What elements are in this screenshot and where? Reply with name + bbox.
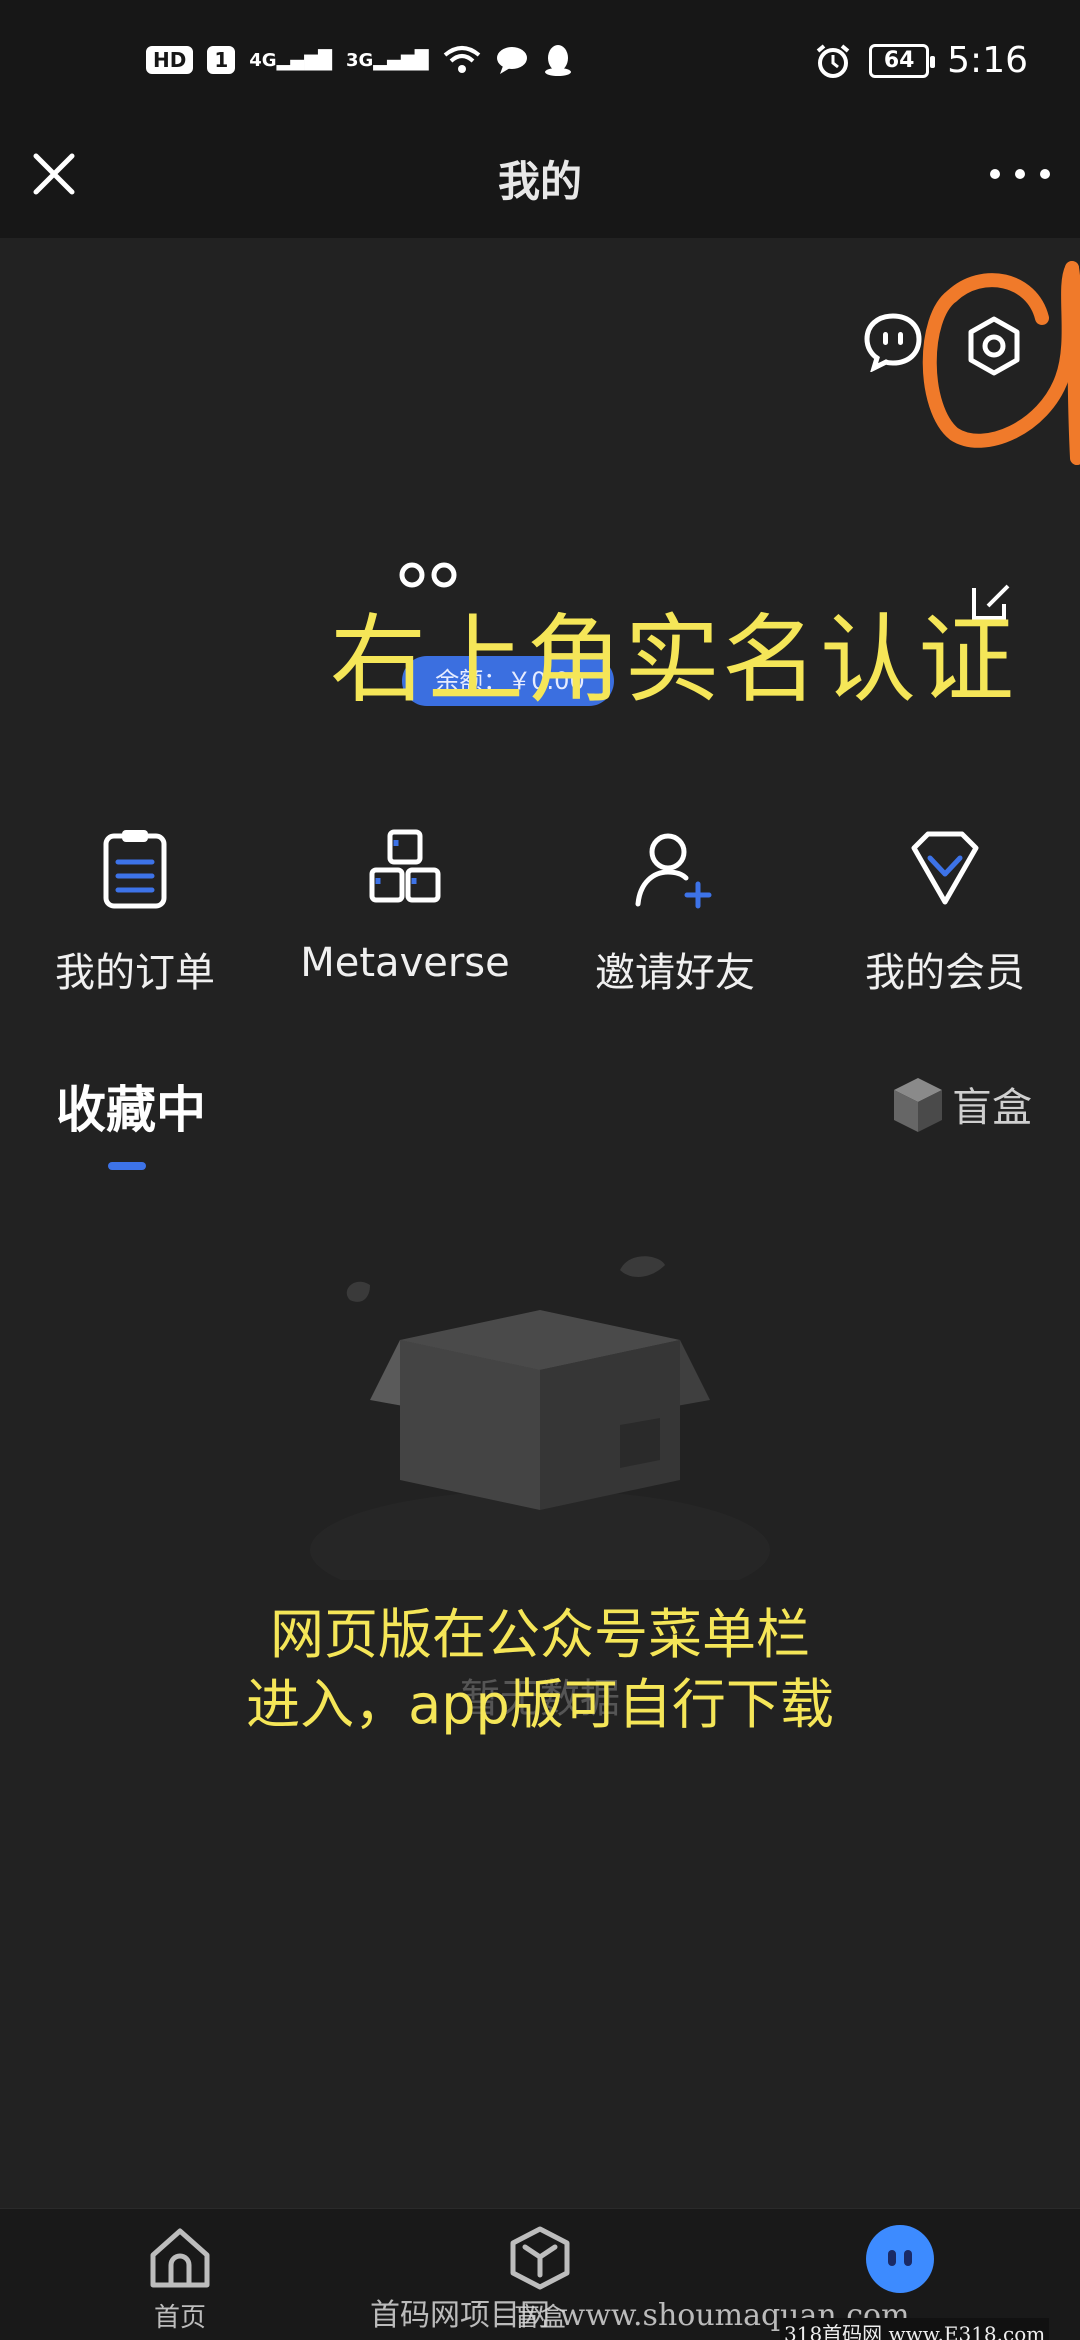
empty-box-illustration [310,1256,770,1580]
diamond-icon [911,831,979,905]
more-options-button[interactable] [990,150,1050,198]
more-dot-icon [1015,169,1025,179]
home-icon [150,2228,210,2288]
nav-mine[interactable] [830,2225,970,2299]
qq-icon [544,45,571,76]
title-bar: 我的 [0,130,1080,238]
blindbox-link[interactable]: 盲盒 [890,1074,1032,1134]
more-dot-icon [1040,169,1050,179]
status-right: 64 5:16 [815,40,1028,81]
menu-label-membership: 我的会员 [865,950,1025,996]
more-dot-icon [990,169,1000,179]
battery-indicator: 64 [869,43,936,78]
quick-menu: 我的订单 Metaverse 邀请好友 我的会员 [0,826,1080,1006]
menu-item-invite[interactable]: 邀请好友 [540,826,810,1006]
clipboard-icon [103,830,167,909]
annotation-top: 右上角实名认证 [330,604,1016,716]
menu-label-metaverse: Metaverse [300,940,510,986]
wifi-icon [443,46,480,73]
cubes-icon [369,829,441,903]
nav-home-label: 首页 [153,2303,206,2333]
chat-bubble-icon [496,47,527,74]
tab-collecting[interactable]: 收藏中 [56,1070,206,1142]
signal-4g: 4G▂▄▆█ [249,49,332,71]
alarm-icon [816,43,850,78]
box-icon [894,1078,942,1132]
menu-label-orders: 我的订单 [55,950,215,996]
avatar-icon [866,2225,934,2293]
menu-item-orders[interactable]: 我的订单 [0,826,270,1006]
clock-time: 5:16 [947,40,1028,81]
settings-icon[interactable] [962,314,1026,378]
hd-badge: HD [146,46,194,74]
annotation-bottom-line2: 进入，app版可自行下载 [246,1673,834,1736]
status-left: HD 1 4G▂▄▆█ 3G▂▄▆█ [146,44,573,76]
page-title: 我的 [497,157,582,206]
watermark-text-secondary: 318首码网 www.E318.com [780,2318,1050,2340]
blindbox-icon [510,2226,570,2290]
blindbox-label: 盲盒 [952,1085,1032,1131]
menu-label-invite: 邀请好友 [595,950,755,996]
tab-active-indicator [108,1162,146,1170]
nav-home[interactable]: 首页 [110,2225,250,2334]
annotation-bottom-line1: 网页版在公众号菜单栏 [270,1603,810,1666]
menu-item-metaverse[interactable]: Metaverse [270,826,540,1006]
signal-3g: 3G▂▄▆█ [345,49,429,71]
sim-badge: 1 [207,46,236,74]
add-user-icon [635,833,712,909]
message-icon[interactable] [862,310,924,372]
status-bar: HD 1 4G▂▄▆█ 3G▂▄▆█ 64 5:16 [0,0,1080,130]
menu-item-membership[interactable]: 我的会员 [810,826,1080,1006]
annotation-bottom: 网页版在公众号菜单栏 进入，app版可自行下载 [0,1600,1080,1740]
